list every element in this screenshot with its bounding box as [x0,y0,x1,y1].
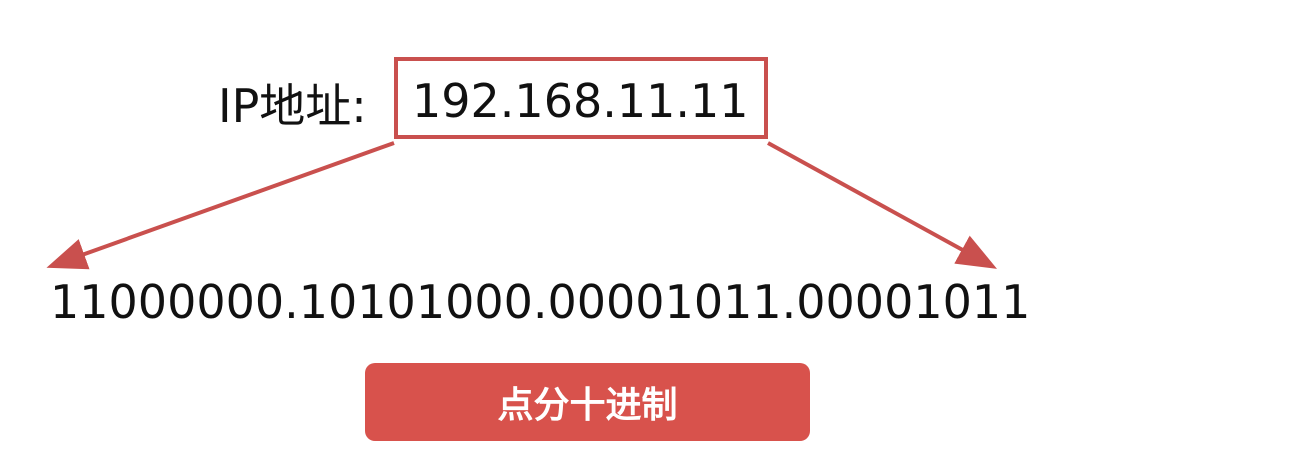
dotted-decimal-caption: 点分十进制 [365,363,810,441]
left-arrow [46,141,395,270]
right-arrow [767,141,998,269]
binary-ip-value: 11000000.10101000.00001011.00001011 [50,275,1031,329]
